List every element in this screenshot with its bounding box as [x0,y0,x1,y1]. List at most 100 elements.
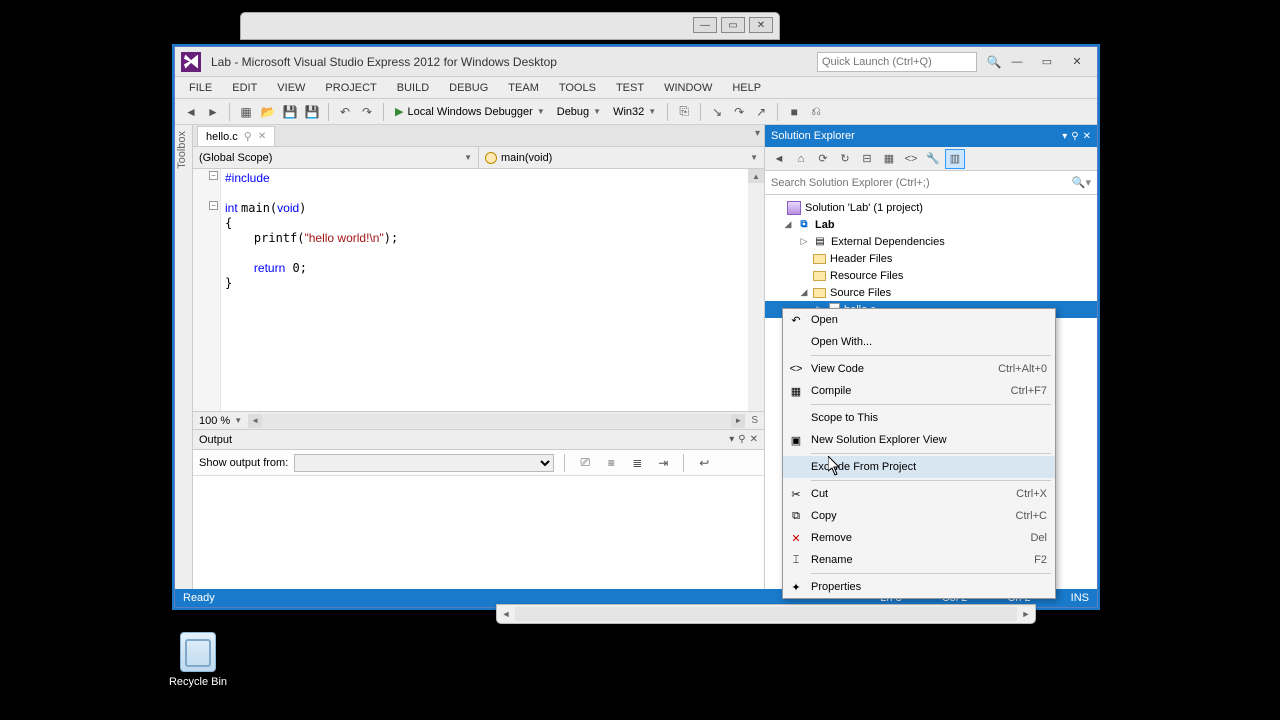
sol-refresh-button[interactable]: ↻ [835,149,855,169]
horizontal-scrollbar[interactable]: ◄ ► [248,414,745,428]
new-project-button[interactable]: ▦ [236,102,256,122]
titlebar[interactable]: Lab - Microsoft Visual Studio Express 20… [175,47,1097,77]
scroll-up-icon[interactable]: ▲ [748,169,764,183]
tree-folder-external-deps[interactable]: ▷▤ External Dependencies [765,233,1097,250]
menu-view[interactable]: VIEW [267,80,315,96]
menu-help[interactable]: HELP [722,80,771,96]
sol-showall-button[interactable]: ▦ [879,149,899,169]
zoom-level[interactable]: 100 % [199,415,230,427]
ctx-exclude-from-project[interactable]: Exclude From Project [783,456,1055,478]
panel-close-icon[interactable]: ✕ [1083,131,1091,142]
scroll-right-icon[interactable]: ► [1017,605,1035,623]
sol-collapse-button[interactable]: ⊟ [857,149,877,169]
sol-viewcode-icon[interactable]: <> [901,149,921,169]
background-window-scrollbar[interactable]: ◄ ► [496,604,1036,624]
sol-back-button[interactable]: ◄ [769,149,789,169]
ctx-rename[interactable]: ⌶RenameF2 [783,549,1055,571]
sol-preview-button[interactable]: ▥ [945,149,965,169]
tab-overflow-button[interactable]: ▾ [755,128,760,139]
collapse-toggle[interactable]: − [209,171,218,180]
ctx-cut[interactable]: ✂CutCtrl+X [783,483,1055,505]
step-out-button[interactable]: ↗ [751,102,771,122]
quick-launch-box[interactable] [817,52,977,72]
output-clear-button[interactable]: ⎚ [575,453,595,473]
tab-close-icon[interactable]: ✕ [258,131,266,142]
solution-search-box[interactable]: 🔍▾ [765,171,1097,195]
ctx-remove[interactable]: ✕RemoveDel [783,527,1055,549]
tree-folder-header-files[interactable]: Header Files [765,250,1097,267]
scroll-right-icon[interactable]: ► [731,414,745,428]
menu-edit[interactable]: EDIT [222,80,267,96]
undo-button[interactable]: ↶ [335,102,355,122]
menu-team[interactable]: TEAM [498,80,549,96]
sol-sync-button[interactable]: ⟳ [813,149,833,169]
start-debug-button[interactable]: ▶ Local Windows Debugger ▼ [390,102,550,122]
ctx-properties[interactable]: ✦Properties [783,576,1055,598]
output-close-icon[interactable]: ✕ [750,434,758,445]
ctx-new-solution-explorer-view[interactable]: ▣New Solution Explorer View [783,429,1055,451]
output-toggle-a[interactable]: ≡ [601,453,621,473]
minimize-button[interactable]: — [1003,52,1031,72]
tab-hello-c[interactable]: hello.c ⚲ ✕ [197,126,275,146]
menu-window[interactable]: WINDOW [654,80,722,96]
scroll-left-icon[interactable]: ◄ [248,414,262,428]
nav-back-button[interactable]: ◄ [181,102,201,122]
recycle-bin[interactable]: Recycle Bin [168,632,228,688]
scope-dropdown-right[interactable]: main(void) ▼ [479,147,764,168]
redo-button[interactable]: ↷ [357,102,377,122]
output-dropdown-icon[interactable]: ▾ [729,434,734,445]
output-pin-icon[interactable]: ⚲ [738,434,745,445]
step-over-button[interactable]: ↷ [729,102,749,122]
open-file-button[interactable]: 📂 [258,102,278,122]
output-wrap-button[interactable]: ↩ [694,453,714,473]
bg-min-button[interactable]: — [693,17,717,33]
ctx-open[interactable]: ↶Open [783,309,1055,331]
bg-max-button[interactable]: ▭ [721,17,745,33]
toolbox-tab[interactable]: Toolbox [175,125,193,589]
output-toggle-b[interactable]: ≣ [627,453,647,473]
search-icon[interactable]: 🔍 [985,53,1003,71]
vertical-scrollbar[interactable]: ▲ [748,169,764,411]
search-icon[interactable]: 🔍▾ [1072,176,1091,189]
tree-folder-source-files[interactable]: ◢ Source Files [765,284,1097,301]
scroll-left-icon[interactable]: ◄ [497,605,515,623]
toolbar-btn-a[interactable]: ⎘ [674,102,694,122]
menu-test[interactable]: TEST [606,80,654,96]
menu-file[interactable]: FILE [179,80,222,96]
tree-solution-node[interactable]: Solution 'Lab' (1 project) [765,199,1097,216]
ctx-scope-to-this[interactable]: Scope to This [783,407,1055,429]
config-dropdown[interactable]: Debug▼ [552,102,606,122]
save-all-button[interactable]: 💾 [302,102,322,122]
tree-project-node[interactable]: ◢⧉ Lab [765,216,1097,233]
sol-home-button[interactable]: ⌂ [791,149,811,169]
bg-close-button[interactable]: ✕ [749,17,773,33]
step-into-button[interactable]: ↘ [707,102,727,122]
code-editor[interactable]: − − #include int main(void) { printf("he… [193,169,764,411]
solution-explorer-titlebar[interactable]: Solution Explorer ▾ ⚲ ✕ [765,125,1097,147]
menu-build[interactable]: BUILD [387,80,439,96]
output-source-dropdown[interactable] [294,454,554,472]
platform-dropdown[interactable]: Win32▼ [608,102,661,122]
menu-debug[interactable]: DEBUG [439,80,498,96]
quick-launch-input[interactable] [818,56,976,68]
menu-tools[interactable]: TOOLS [549,80,606,96]
context-menu[interactable]: ↶OpenOpen With...<>View CodeCtrl+Alt+0▦C… [782,308,1056,599]
panel-dropdown-icon[interactable]: ▾ [1062,131,1067,142]
menu-project[interactable]: PROJECT [315,80,386,96]
ctx-open-with-[interactable]: Open With... [783,331,1055,353]
ctx-copy[interactable]: ⧉CopyCtrl+C [783,505,1055,527]
scope-dropdown-left[interactable]: (Global Scope) ▼ [193,147,479,168]
output-toggle-c[interactable]: ⇥ [653,453,673,473]
save-button[interactable]: 💾 [280,102,300,122]
output-text-area[interactable] [193,476,764,589]
stop-button[interactable]: ■ [784,102,804,122]
solution-search-input[interactable] [771,177,1072,189]
maximize-button[interactable]: ▭ [1033,52,1061,72]
ctx-view-code[interactable]: <>View CodeCtrl+Alt+0 [783,358,1055,380]
nav-fwd-button[interactable]: ► [203,102,223,122]
collapse-toggle[interactable]: − [209,201,218,210]
sol-properties-button[interactable]: 🔧 [923,149,943,169]
panel-pin-icon[interactable]: ⚲ [1071,131,1078,142]
tree-folder-resource-files[interactable]: Resource Files [765,267,1097,284]
pin-icon[interactable]: ⚲ [244,130,252,143]
